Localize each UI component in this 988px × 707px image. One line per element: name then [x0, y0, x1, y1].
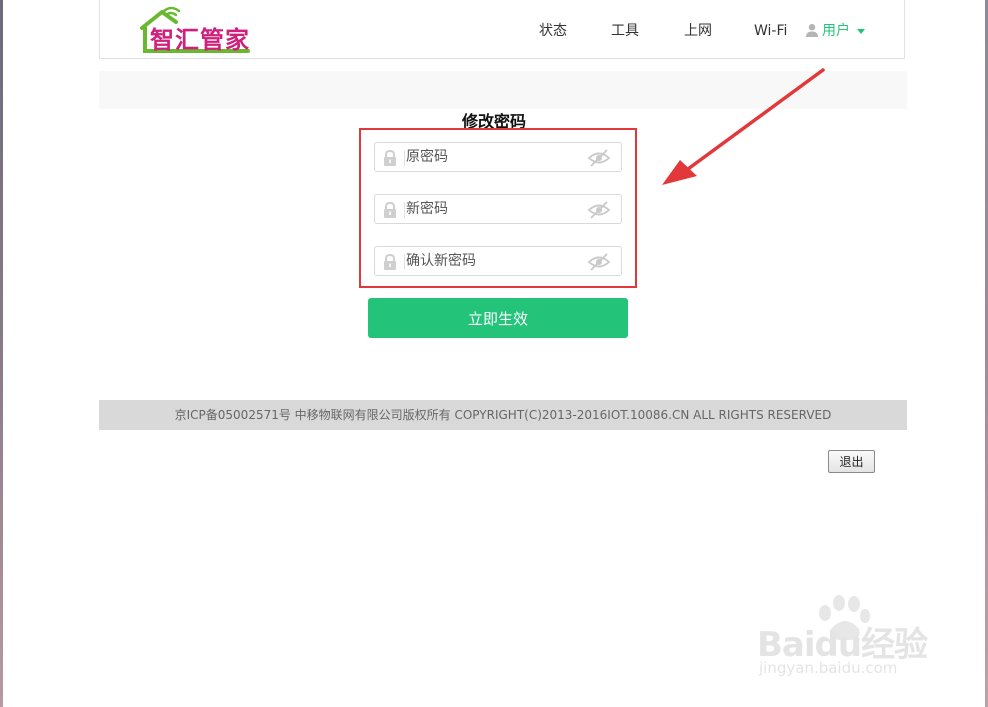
user-menu[interactable]: 用户	[805, 0, 865, 59]
footer-copyright: 京ICP备05002571号 中移物联网有限公司版权所有 COPYRIGHT(C…	[99, 400, 907, 430]
lock-icon	[384, 201, 396, 218]
field-divider	[404, 202, 405, 218]
user-menu-label: 用户	[822, 23, 850, 39]
confirm-password-field	[374, 246, 622, 276]
sub-header-bar	[99, 71, 907, 109]
logout-button[interactable]: 退出	[828, 450, 875, 473]
brand-logo[interactable]: 智汇管家	[140, 6, 252, 54]
field-divider	[404, 150, 405, 166]
nav-tools[interactable]: 工具	[611, 0, 639, 59]
logo-text: 智汇管家	[150, 26, 250, 54]
window-edge-left	[0, 0, 3, 707]
confirm-password-input[interactable]	[406, 248, 586, 274]
lock-icon	[384, 253, 396, 270]
chevron-down-icon	[857, 28, 865, 34]
baidu-watermark: Baidu经验 jingyan.baidu.com	[757, 595, 947, 690]
field-divider	[404, 254, 405, 270]
top-header: 智汇管家 状态 工具 上网 Wi-Fi 用户	[99, 0, 905, 59]
watermark-url: jingyan.baidu.com	[759, 659, 898, 677]
nav-wifi[interactable]: Wi-Fi	[754, 0, 787, 59]
eye-slash-icon[interactable]	[587, 251, 611, 273]
nav-status[interactable]: 状态	[539, 0, 567, 59]
eye-slash-icon[interactable]	[587, 147, 611, 169]
lock-icon	[384, 149, 396, 166]
old-password-field	[374, 142, 622, 172]
user-icon	[806, 24, 818, 37]
apply-button[interactable]: 立即生效	[368, 298, 628, 338]
new-password-input[interactable]	[406, 196, 586, 222]
old-password-input[interactable]	[406, 144, 586, 170]
nav-internet[interactable]: 上网	[684, 0, 712, 59]
new-password-field	[374, 194, 622, 224]
eye-slash-icon[interactable]	[587, 199, 611, 221]
